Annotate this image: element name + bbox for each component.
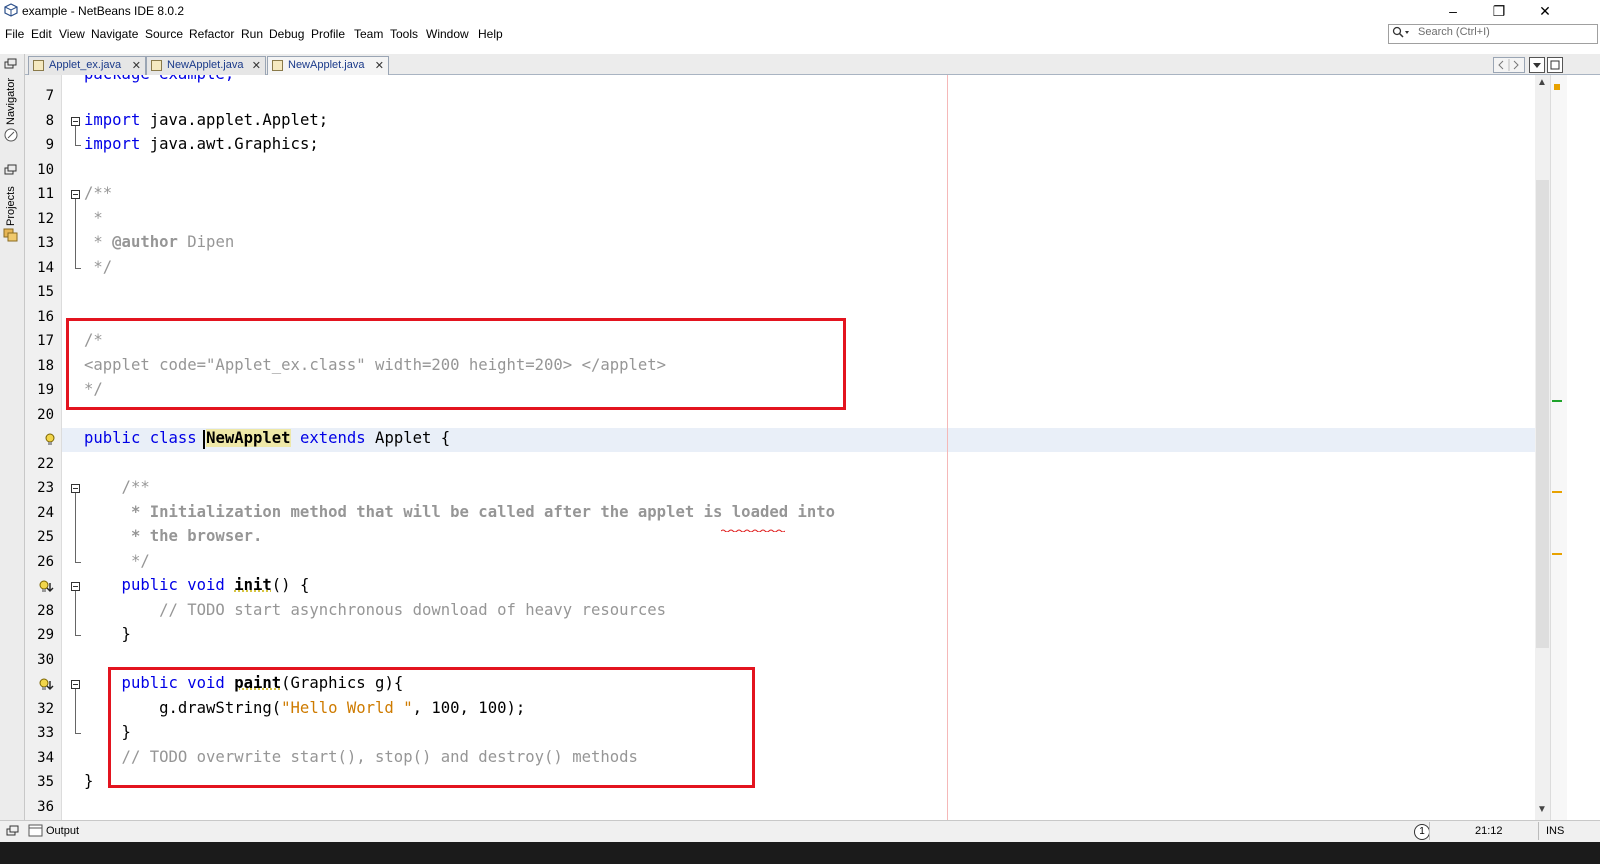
menu-tools[interactable]: Tools <box>390 27 418 41</box>
line-number-gutter <box>25 75 62 820</box>
output-icon <box>28 824 43 837</box>
maximize-editor-icon[interactable] <box>1547 57 1563 73</box>
tab-label: NewApplet.java <box>288 59 365 71</box>
navigator-icon[interactable] <box>4 128 18 142</box>
output-panel-tab[interactable]: Output <box>26 823 86 839</box>
right-margin-guide <box>947 75 948 820</box>
close-icon[interactable]: ✕ <box>132 59 141 72</box>
minimize-button[interactable]: – <box>1430 0 1476 22</box>
error-stripe-mark[interactable] <box>1552 553 1562 555</box>
tab-label: Applet_ex.java <box>49 59 122 71</box>
caret-position: 21:12 <box>1475 825 1503 837</box>
menu-source[interactable]: Source <box>145 27 183 41</box>
projects-panel-tab[interactable]: Projects <box>5 186 17 226</box>
tab-scroll-buttons[interactable] <box>1493 57 1525 73</box>
window-title: example - NetBeans IDE 8.0.2 <box>22 4 185 18</box>
restore-window-group-icon[interactable] <box>4 58 18 70</box>
menu-file[interactable]: File <box>5 27 24 41</box>
menu-profile[interactable]: Profile <box>311 27 345 41</box>
restore-button[interactable]: ❐ <box>1476 0 1522 22</box>
warning-status-icon[interactable] <box>1554 84 1560 90</box>
error-stripe-mark[interactable] <box>1552 400 1562 402</box>
menu-run[interactable]: Run <box>241 27 263 41</box>
menu-help[interactable]: Help <box>478 27 503 41</box>
scroll-down-icon[interactable]: ▼ <box>1537 804 1547 815</box>
insert-mode: INS <box>1546 825 1565 837</box>
highlight-box-paint-method <box>108 667 755 788</box>
notifications-icon[interactable]: 1 <box>1414 824 1430 840</box>
tab-newapplet-1[interactable]: NewApplet.java ✕ <box>146 56 266 75</box>
tab-newapplet-2[interactable]: NewApplet.java ✕ <box>267 56 389 75</box>
status-divider <box>1538 822 1539 840</box>
search-placeholder: Search (Ctrl+I) <box>1418 26 1490 38</box>
status-divider <box>1429 822 1430 840</box>
output-label: Output <box>46 825 80 837</box>
scrollbar-thumb[interactable] <box>1536 180 1549 648</box>
status-bar <box>0 820 1600 843</box>
restore-projects-group-icon[interactable] <box>4 164 18 176</box>
error-stripe <box>1550 75 1567 820</box>
navigator-panel-tab[interactable]: Navigator <box>5 78 17 125</box>
java-file-icon <box>272 60 283 71</box>
menu-debug[interactable]: Debug <box>269 27 304 41</box>
netbeans-icon <box>4 3 18 17</box>
projects-icon[interactable] <box>3 226 19 242</box>
search-icon[interactable] <box>1392 26 1410 40</box>
restore-output-icon[interactable] <box>6 825 20 837</box>
highlight-box-applet-tag <box>66 318 846 410</box>
menu-team[interactable]: Team <box>354 27 383 41</box>
error-stripe-mark[interactable] <box>1552 491 1562 493</box>
title-bar <box>0 0 1600 22</box>
menu-navigate[interactable]: Navigate <box>91 27 138 41</box>
taskbar-edge <box>0 842 1600 864</box>
tab-applet-ex[interactable]: Applet_ex.java ✕ <box>28 56 146 75</box>
java-file-icon <box>33 60 44 71</box>
menu-refactor[interactable]: Refactor <box>189 27 234 41</box>
java-file-icon <box>151 60 162 71</box>
menu-window[interactable]: Window <box>426 27 469 41</box>
tab-label: NewApplet.java <box>167 59 244 71</box>
menu-edit[interactable]: Edit <box>31 27 52 41</box>
close-icon[interactable]: ✕ <box>252 59 261 72</box>
menu-view[interactable]: View <box>59 27 85 41</box>
menu-bar <box>0 24 1600 44</box>
close-icon[interactable]: ✕ <box>375 59 384 72</box>
clipped-code-line: package example; <box>84 75 234 83</box>
scroll-up-icon[interactable]: ▲ <box>1537 77 1547 88</box>
show-opened-documents-icon[interactable] <box>1529 57 1545 73</box>
close-button[interactable]: ✕ <box>1522 0 1568 22</box>
